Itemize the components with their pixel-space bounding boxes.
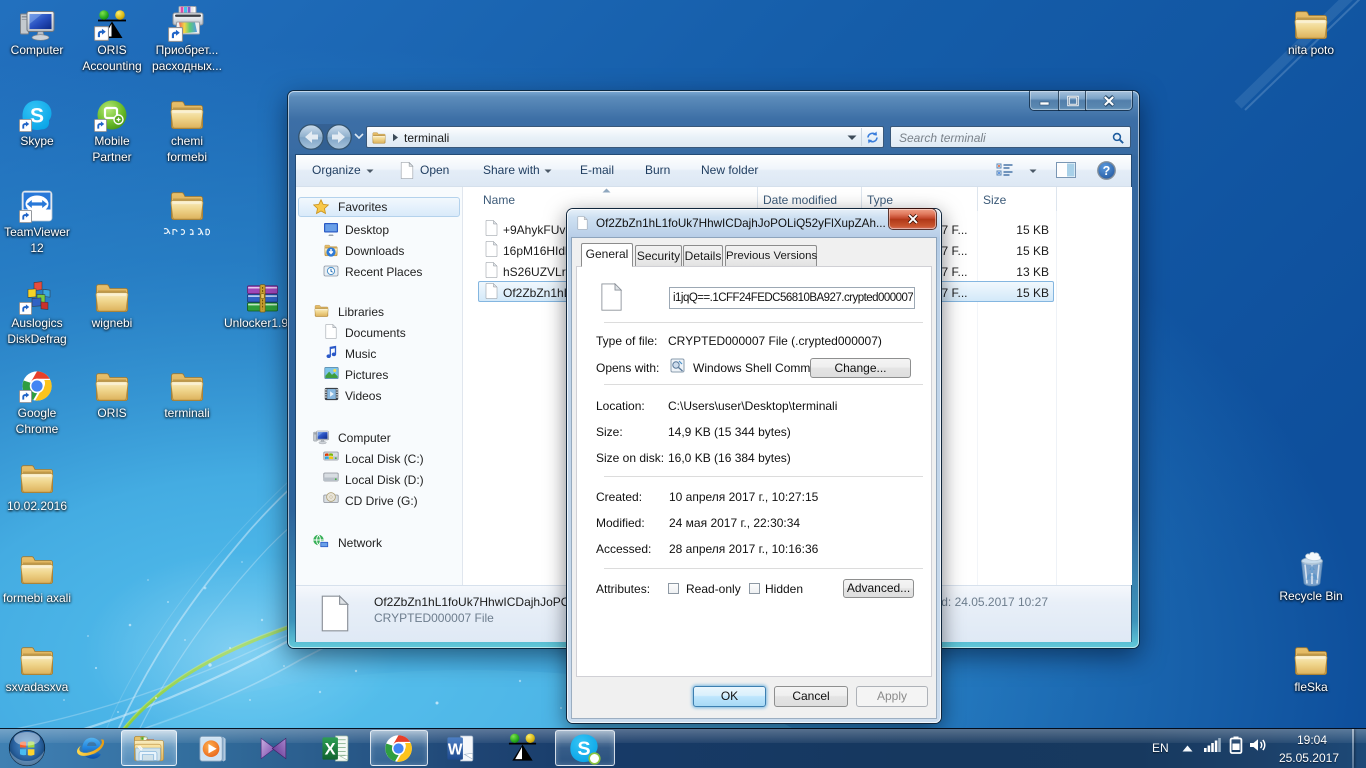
- svg-text:?: ?: [1103, 164, 1111, 178]
